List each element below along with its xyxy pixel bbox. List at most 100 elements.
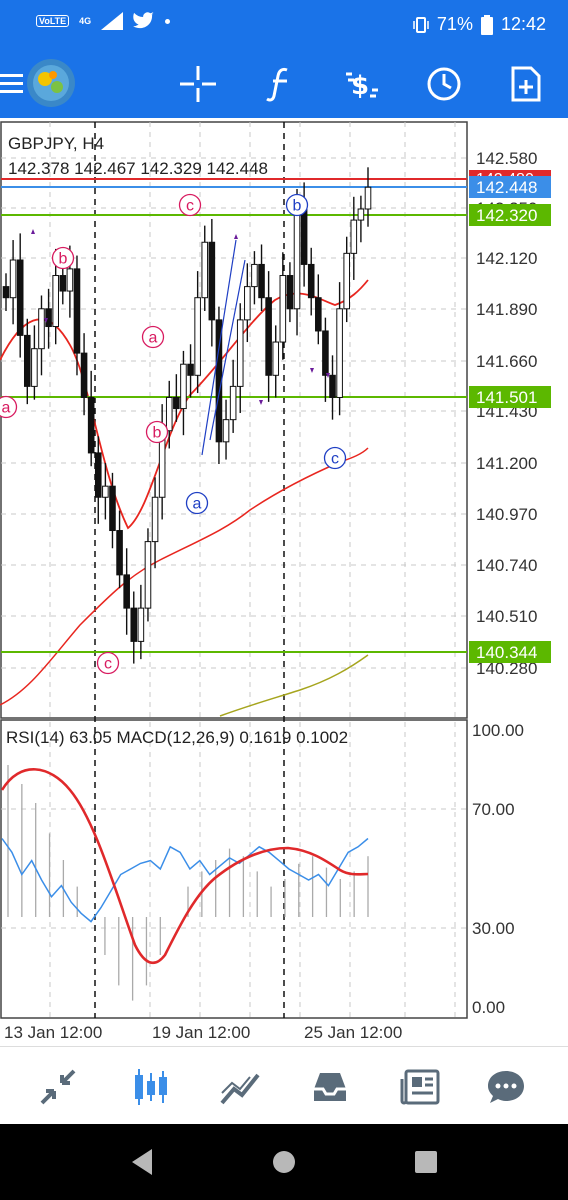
candle-body xyxy=(45,308,52,328)
candle-body xyxy=(73,268,81,354)
level-badge-2: 140.344 xyxy=(476,643,537,662)
candle-body xyxy=(16,259,24,336)
candle-body xyxy=(52,275,59,328)
wave-label: b xyxy=(51,246,75,270)
battery-icon xyxy=(480,14,493,35)
candle-body xyxy=(194,297,201,376)
candle-body xyxy=(31,348,38,387)
candle-body xyxy=(9,259,17,299)
wave-label: a xyxy=(0,395,18,419)
timeframe-clock-icon[interactable] xyxy=(422,62,466,106)
quotes-tab-icon[interactable] xyxy=(36,1065,80,1109)
period-separators xyxy=(94,122,285,1018)
indicator-frame xyxy=(0,719,468,1019)
candle-body xyxy=(322,330,329,376)
vertical-grid xyxy=(49,122,456,1018)
price-tick: 140.970 xyxy=(476,505,537,524)
status-bar: VoLTE 4G 71% 12:42 xyxy=(0,0,568,50)
candle-body xyxy=(258,263,265,299)
ohlc-label: 142.378 142.467 142.329 142.448 xyxy=(8,159,268,178)
wave-label: b xyxy=(285,193,309,217)
ma-long-line xyxy=(219,654,369,717)
candle-body xyxy=(137,607,145,642)
svg-text:c: c xyxy=(186,198,194,215)
news-tab-icon[interactable] xyxy=(398,1065,442,1109)
chart-area[interactable]: a b c a b c a b c GBPJPY, H4 142.378 142.467 142… xyxy=(0,118,568,1046)
candle-body xyxy=(187,363,194,376)
chart-tab-icon[interactable] xyxy=(128,1065,172,1109)
price-tick: 141.660 xyxy=(476,352,537,371)
candle-body xyxy=(293,208,301,310)
svg-text:a: a xyxy=(193,496,202,513)
candle-body xyxy=(59,275,67,292)
candle-body xyxy=(38,308,45,350)
system-nav-bar xyxy=(0,1124,568,1200)
ma-slow-line xyxy=(0,447,369,706)
more-dot-icon xyxy=(165,18,171,24)
home-icon[interactable] xyxy=(268,1146,300,1178)
candle-body xyxy=(23,334,31,387)
indicator-tick: 100.00 xyxy=(472,721,524,740)
macd-histogram xyxy=(7,765,369,1001)
candle-body xyxy=(272,341,280,376)
svg-text:c: c xyxy=(331,451,339,468)
candle-body xyxy=(222,419,230,443)
crosshair-icon[interactable] xyxy=(176,62,220,106)
twitter-icon xyxy=(133,12,155,29)
candle-body xyxy=(336,308,343,398)
candle-body xyxy=(87,396,95,454)
candle-body xyxy=(279,275,287,343)
wave-labels: a b c a b c a b c xyxy=(0,193,347,675)
price-tick: 142.580 xyxy=(476,149,537,168)
candle-body xyxy=(80,352,88,398)
bid-badge: 142.448 xyxy=(476,178,537,197)
vibrate-icon xyxy=(413,16,429,33)
svg-text:$: $ xyxy=(351,71,369,101)
back-icon[interactable] xyxy=(126,1146,158,1178)
candle-body xyxy=(343,252,351,310)
candle-body xyxy=(315,297,322,332)
indicator-tick: 0.00 xyxy=(472,998,505,1017)
candle-body xyxy=(251,263,258,288)
wave-label: c xyxy=(96,651,120,675)
candle-body xyxy=(109,485,116,532)
wave-label: c xyxy=(178,193,202,217)
candle-body xyxy=(208,241,216,321)
metatrader-logo[interactable] xyxy=(24,56,78,110)
candle-body xyxy=(236,319,244,387)
recents-icon[interactable] xyxy=(410,1146,442,1178)
candle-body xyxy=(66,268,74,292)
symbol-label: GBPJPY, H4 xyxy=(8,134,104,153)
time-tick-0: 13 Jan 12:00 xyxy=(4,1023,102,1042)
volte-icon: VoLTE xyxy=(36,15,70,27)
candle-body xyxy=(364,186,372,210)
indicators-icon[interactable] xyxy=(258,62,302,106)
indicator-tick: 30.00 xyxy=(472,919,515,938)
candle-body xyxy=(123,574,130,609)
svg-text:b: b xyxy=(293,198,302,215)
candlesticks xyxy=(2,167,372,664)
candle-body xyxy=(151,496,159,543)
indicator-tick: 70.00 xyxy=(472,800,515,819)
objects-icon[interactable]: $ xyxy=(340,62,384,106)
candle-body xyxy=(130,607,138,642)
level-badge-1: 141.501 xyxy=(476,388,537,407)
candle-body xyxy=(229,385,237,421)
history-tab-icon[interactable] xyxy=(308,1065,352,1109)
price-axis: 142.580142.350142.120141.890141.660141.4… xyxy=(476,149,537,678)
app-toolbar: $ xyxy=(0,50,568,118)
svg-text:b: b xyxy=(59,251,68,268)
trade-tab-icon[interactable] xyxy=(218,1065,262,1109)
price-tick: 141.890 xyxy=(476,300,537,319)
indicator-axis: 100.00 70.00 30.00 0.00 xyxy=(472,721,524,1017)
svg-text:a: a xyxy=(149,330,158,347)
svg-text:a: a xyxy=(2,400,11,417)
candle-body xyxy=(165,396,173,432)
messages-tab-icon[interactable] xyxy=(484,1065,528,1109)
candle-body xyxy=(329,374,336,398)
wave-label: a xyxy=(185,491,209,515)
candle-body xyxy=(201,241,209,299)
wave-label: a xyxy=(141,325,165,349)
signal-icon xyxy=(101,12,124,30)
new-order-icon[interactable] xyxy=(504,62,548,106)
